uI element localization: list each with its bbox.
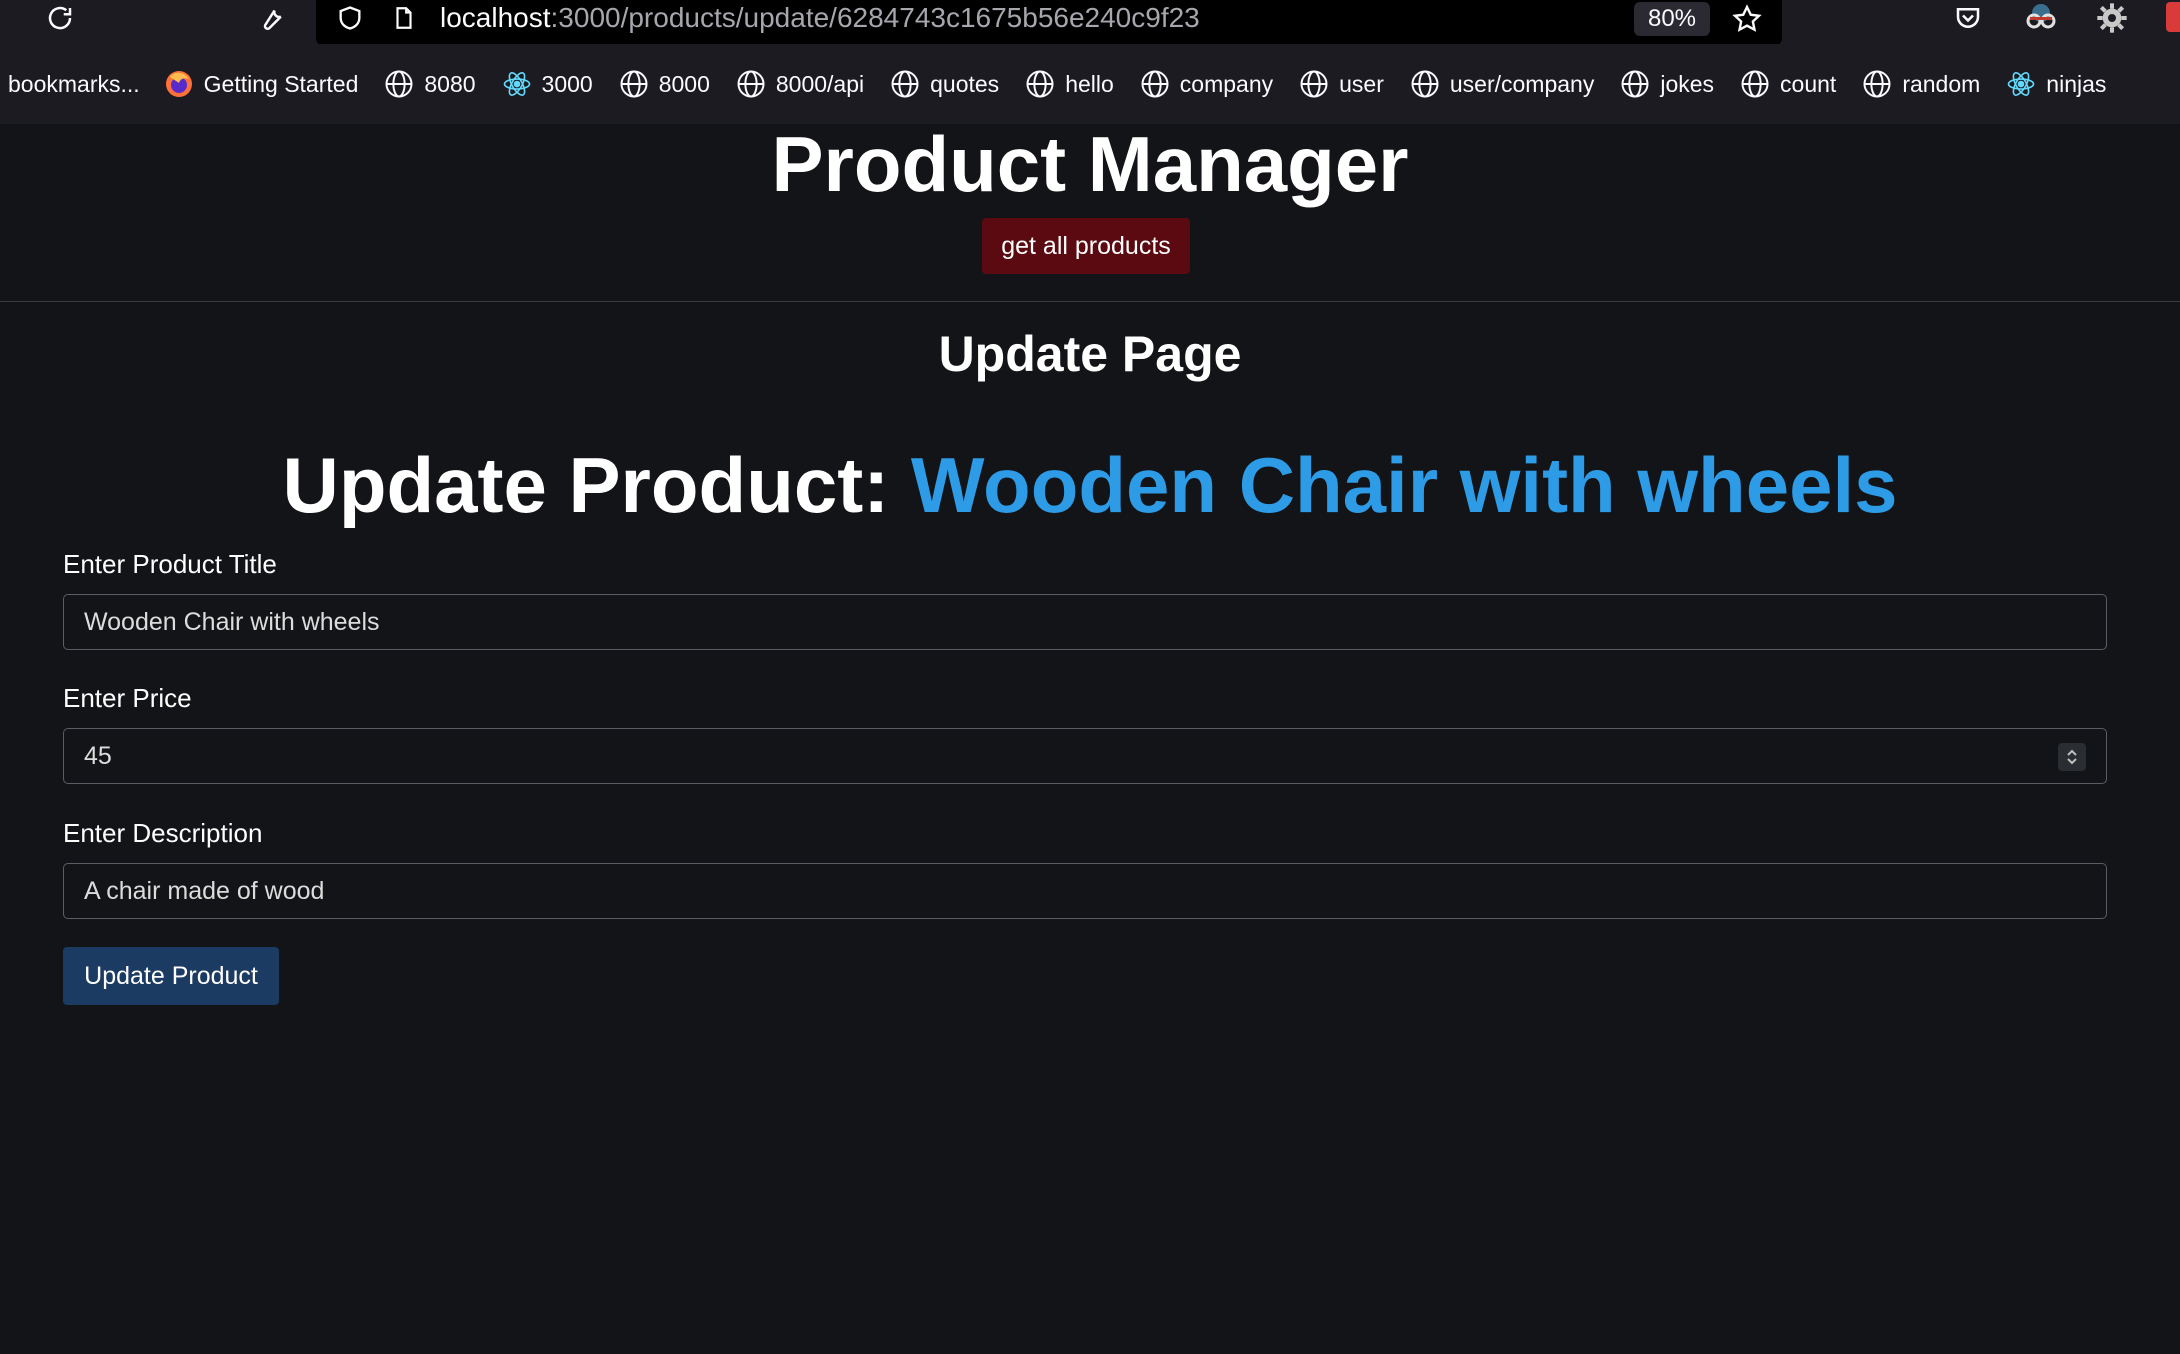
page-icon bbox=[388, 2, 420, 34]
bookmark-company[interactable]: company bbox=[1140, 69, 1273, 99]
globe-icon bbox=[1141, 70, 1169, 98]
zoom-level[interactable]: 80% bbox=[1634, 2, 1710, 36]
globe-icon bbox=[891, 70, 919, 98]
page-content: Product Manager get all products Update … bbox=[0, 124, 2180, 1354]
bookmark-count[interactable]: count bbox=[1740, 69, 1836, 99]
bookmark-quotes[interactable]: quotes bbox=[890, 69, 999, 99]
bookmark-label: hello bbox=[1065, 70, 1114, 97]
bookmark-label: jokes bbox=[1660, 70, 1715, 97]
number-spinner-icon[interactable] bbox=[2058, 743, 2086, 771]
globe-icon bbox=[737, 70, 765, 98]
bookmark-label: 8080 bbox=[424, 70, 476, 97]
bookmark-8080[interactable]: 8080 bbox=[384, 69, 476, 99]
bookmark-ninjas[interactable]: ninjas bbox=[2006, 69, 2106, 99]
bookmark-hello[interactable]: hello bbox=[1025, 69, 1114, 99]
globe-icon bbox=[1026, 70, 1054, 98]
url-bar[interactable]: localhost:3000/products/update/6284743c1… bbox=[316, 0, 1782, 46]
form-heading: Update Product: Wooden Chair with wheels bbox=[0, 440, 2180, 530]
extension-badge[interactable] bbox=[2166, 2, 2180, 32]
form-heading-prefix: Update Product: bbox=[282, 441, 911, 529]
bookmark-label: user/company bbox=[1449, 70, 1595, 97]
extension-icon[interactable] bbox=[2022, 0, 2060, 36]
pocket-icon[interactable] bbox=[1950, 0, 1986, 36]
price-value: 45 bbox=[84, 742, 112, 770]
gear-icon[interactable] bbox=[2094, 0, 2130, 36]
price-label: Enter Price bbox=[63, 683, 192, 713]
reload-icon[interactable] bbox=[42, 0, 78, 36]
update-product-button[interactable]: Update Product bbox=[63, 947, 279, 1005]
app-title: Product Manager bbox=[771, 120, 1409, 208]
bookmark-getting-started[interactable]: Getting Started bbox=[164, 69, 359, 99]
bookmark-label: count bbox=[1780, 70, 1837, 97]
bookmark-jokes[interactable]: jokes bbox=[1620, 69, 1714, 99]
url-host: localhost bbox=[440, 2, 551, 33]
bookmark-label: ninjas bbox=[2046, 70, 2107, 97]
globe-icon bbox=[385, 70, 413, 98]
react-icon bbox=[503, 72, 530, 96]
bookmark-3000[interactable]: 3000 bbox=[502, 69, 593, 99]
url-path: :3000/products/update/6284743c1675b56e24… bbox=[550, 2, 1200, 33]
globe-icon bbox=[1621, 70, 1649, 98]
browser-toolbar: localhost:3000/products/update/6284743c1… bbox=[0, 0, 2180, 46]
price-input[interactable]: 45 bbox=[63, 728, 2107, 784]
bookmark-label: quotes bbox=[930, 70, 1000, 97]
shield-icon[interactable] bbox=[334, 2, 366, 34]
form-heading-product-name: Wooden Chair with wheels bbox=[910, 441, 1898, 529]
bookmark-label: random bbox=[1902, 70, 1981, 97]
url-text[interactable]: localhost:3000/products/update/6284743c1… bbox=[440, 0, 1200, 36]
description-label: Enter Description bbox=[63, 818, 263, 848]
bookmark-label: Getting Started bbox=[203, 70, 359, 97]
globe-icon bbox=[1741, 70, 1769, 98]
bookmark-label: user bbox=[1339, 70, 1384, 97]
bookmark-label: 3000 bbox=[541, 70, 593, 97]
bookmark-random[interactable]: random bbox=[1862, 69, 1980, 99]
title-input[interactable]: Wooden Chair with wheels bbox=[63, 594, 2107, 650]
bookmark-user[interactable]: user bbox=[1299, 69, 1384, 99]
globe-icon bbox=[1863, 70, 1891, 98]
star-icon[interactable] bbox=[1730, 2, 1764, 36]
bookmark-label: 8000 bbox=[658, 70, 710, 97]
bookmark-8000-api[interactable]: 8000/api bbox=[736, 69, 864, 99]
get-all-products-button[interactable]: get all products bbox=[982, 218, 1190, 274]
wrench-icon[interactable] bbox=[254, 0, 290, 36]
firefox-icon bbox=[165, 71, 192, 97]
globe-icon bbox=[620, 70, 648, 98]
globe-icon bbox=[1300, 70, 1328, 98]
bookmark-8000[interactable]: 8000 bbox=[619, 69, 710, 99]
header-divider bbox=[0, 301, 2180, 302]
title-label: Enter Product Title bbox=[63, 549, 277, 579]
bookmark-label: company bbox=[1179, 70, 1274, 97]
globe-icon bbox=[1411, 70, 1439, 98]
bookmarks-bar: bookmarks... Getting Started 8080 3000 8… bbox=[0, 44, 2180, 124]
bookmark-label: 8000/api bbox=[775, 70, 865, 97]
page-title: Update Page bbox=[938, 326, 1242, 382]
bookmark-user-company[interactable]: user/company bbox=[1410, 69, 1594, 99]
react-icon bbox=[2007, 72, 2035, 96]
bookmark-label: bookmarks... bbox=[8, 70, 140, 97]
bookmark-bookmarks-folder[interactable]: bookmarks... bbox=[8, 71, 140, 98]
description-input[interactable]: A chair made of wood bbox=[63, 863, 2107, 919]
